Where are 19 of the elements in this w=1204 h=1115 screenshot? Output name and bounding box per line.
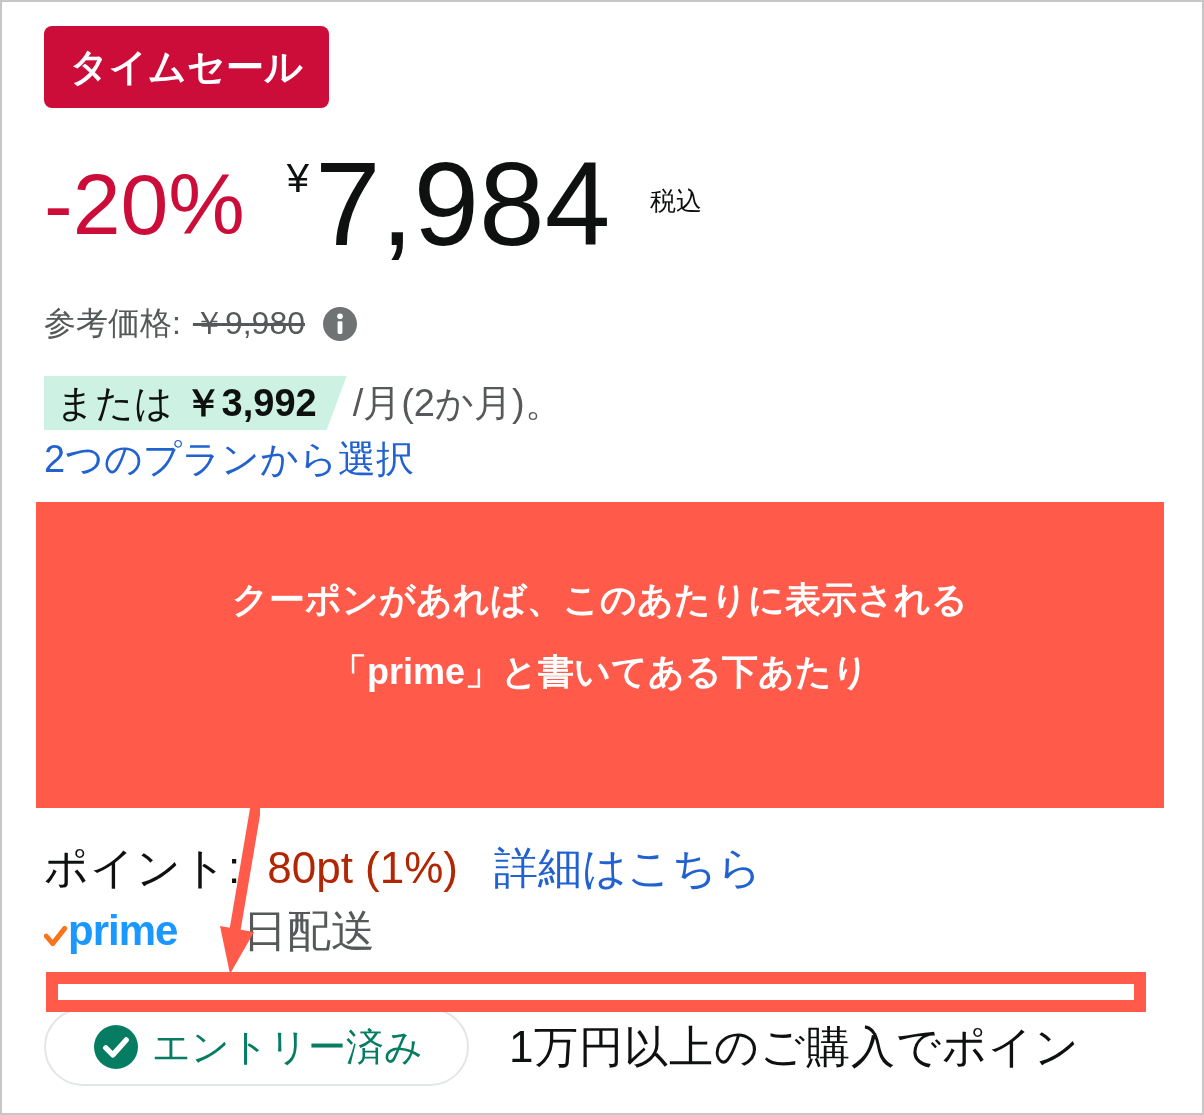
details-link[interactable]: 詳細はこちら bbox=[494, 838, 762, 898]
discount-percent: -20% bbox=[44, 155, 245, 254]
annotation-text: クーポンがあれば、このあたりに表示される bbox=[232, 578, 968, 622]
reference-price-label: 参考価格: bbox=[44, 304, 181, 343]
sale-badge: タイムセール bbox=[44, 26, 329, 108]
annotation-text: 「prime」と書いてある下あたり bbox=[330, 650, 869, 694]
installment-price: または ￥3,992 bbox=[44, 376, 347, 430]
reference-price: ￥9,980 bbox=[192, 304, 305, 343]
delivery-text: 日配送 bbox=[243, 904, 376, 957]
plans-link[interactable]: 2つのプランから選択 bbox=[44, 436, 1202, 482]
price-amount: 7,984 bbox=[315, 144, 611, 264]
prime-logo: prime bbox=[44, 907, 178, 955]
installment-term: /月(2か月)。 bbox=[352, 380, 563, 426]
entry-description: 1万円以上のご購入でポイン bbox=[509, 1020, 1081, 1073]
tax-note: 税込 bbox=[650, 186, 703, 216]
points-value: 80pt (1%) bbox=[267, 843, 458, 893]
info-icon bbox=[322, 307, 357, 341]
currency-symbol: ¥ bbox=[286, 158, 309, 198]
points-label: ポイント: bbox=[44, 841, 242, 894]
